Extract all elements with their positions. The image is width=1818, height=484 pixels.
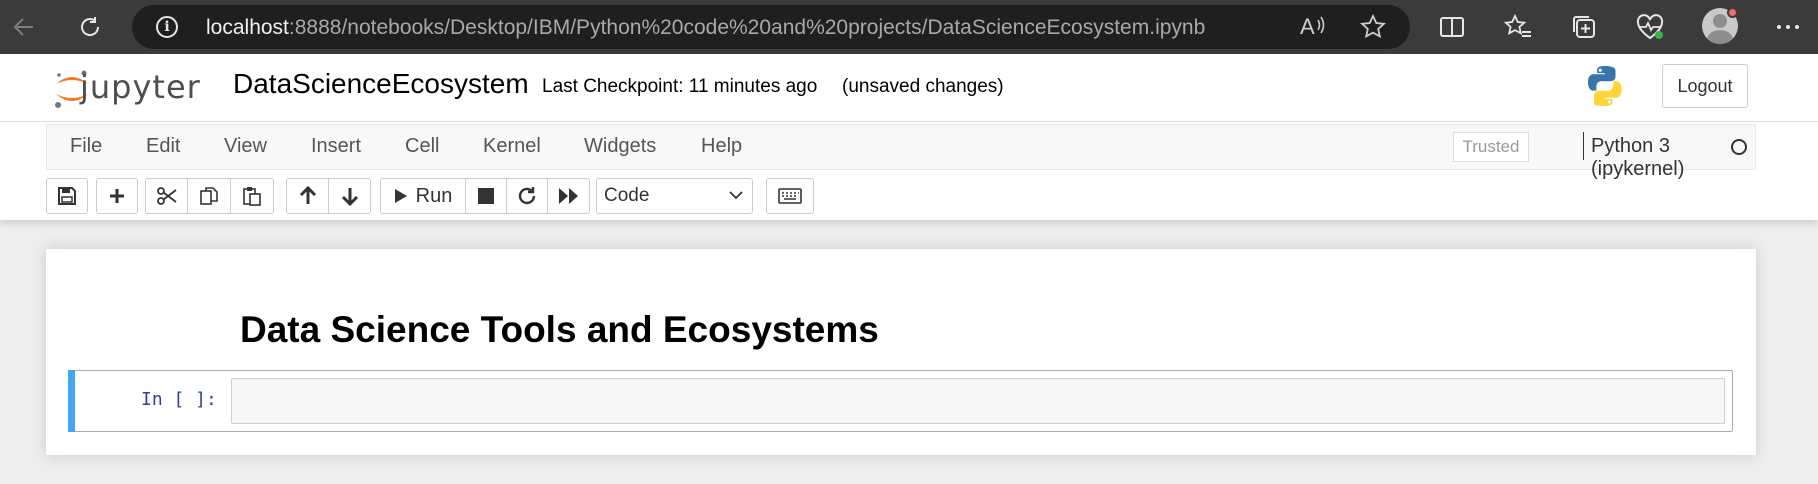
- refresh-icon[interactable]: [72, 9, 108, 45]
- menu-kernel[interactable]: Kernel: [483, 135, 541, 158]
- notebook-container: Data Science Tools and Ecosystems In [ ]…: [46, 249, 1756, 455]
- chevron-down-icon: [728, 187, 744, 208]
- python-logo-icon: [1583, 64, 1627, 108]
- insert-cell-button[interactable]: [96, 178, 138, 214]
- site-info-icon[interactable]: i: [156, 16, 178, 38]
- more-options-icon[interactable]: [1770, 9, 1806, 45]
- kernel-name[interactable]: Python 3 (ipykernel): [1591, 135, 1755, 181]
- save-button[interactable]: [46, 178, 88, 214]
- browser-toolbar: i localhost:8888/notebooks/Desktop/IBM/P…: [0, 0, 1818, 54]
- url-text[interactable]: localhost:8888/notebooks/Desktop/IBM/Pyt…: [206, 16, 1205, 40]
- restart-kernel-button[interactable]: [506, 178, 548, 214]
- favorites-icon[interactable]: [1500, 9, 1536, 45]
- favorite-star-icon[interactable]: [1359, 13, 1387, 46]
- menu-help[interactable]: Help: [701, 135, 742, 158]
- markdown-heading[interactable]: Data Science Tools and Ecosystems: [240, 309, 879, 351]
- code-cell[interactable]: In [ ]:: [68, 370, 1733, 432]
- address-bar[interactable]: i localhost:8888/notebooks/Desktop/IBM/P…: [132, 5, 1410, 49]
- menu-widgets[interactable]: Widgets: [584, 135, 656, 158]
- notebook-name[interactable]: DataScienceEcosystem: [233, 68, 529, 100]
- trusted-indicator[interactable]: Trusted: [1453, 132, 1529, 162]
- last-checkpoint: Last Checkpoint: 11 minutes ago: [542, 76, 818, 97]
- notification-dot: [1727, 7, 1738, 18]
- kernel-idle-icon: [1731, 139, 1747, 155]
- jupyter-logo-text: jupyter: [80, 68, 201, 106]
- svg-text:A: A: [1300, 14, 1315, 38]
- back-arrow-icon[interactable]: [6, 9, 42, 45]
- copy-button[interactable]: [187, 178, 231, 214]
- menu-cell[interactable]: Cell: [405, 135, 439, 158]
- input-prompt: In [ ]:: [141, 389, 217, 410]
- cell-type-select[interactable]: Code: [596, 178, 753, 214]
- move-up-button[interactable]: [286, 178, 329, 214]
- browser-essentials-icon[interactable]: [1632, 9, 1668, 45]
- jupyter-logo[interactable]: jupyter: [50, 66, 210, 110]
- kernel-divider: [1583, 132, 1584, 160]
- move-down-button[interactable]: [328, 178, 371, 214]
- notebook-header: jupyter DataScienceEcosystem Last Checkp…: [0, 54, 1818, 122]
- keyboard-shortcuts-button[interactable]: [766, 178, 814, 214]
- selected-cell-indicator: [68, 370, 75, 432]
- menu-view[interactable]: View: [224, 135, 267, 158]
- autosave-status: (unsaved changes): [842, 76, 1004, 97]
- read-aloud-icon[interactable]: A: [1300, 14, 1326, 44]
- menubar: File Edit View Insert Cell Kernel Widget…: [46, 124, 1756, 180]
- paste-button[interactable]: [230, 178, 274, 214]
- menu-insert[interactable]: Insert: [311, 135, 361, 158]
- code-input[interactable]: [231, 378, 1725, 424]
- menubar-container: File Edit View Insert Cell Kernel Widget…: [0, 122, 1818, 220]
- split-screen-icon[interactable]: [1434, 9, 1470, 45]
- cut-button[interactable]: [145, 178, 188, 214]
- run-label: Run: [415, 184, 453, 207]
- run-button[interactable]: Run: [380, 178, 466, 214]
- collections-icon[interactable]: [1566, 9, 1602, 45]
- cell-type-value: Code: [604, 185, 650, 206]
- logout-button[interactable]: Logout: [1662, 64, 1748, 108]
- interrupt-kernel-button[interactable]: [465, 178, 507, 214]
- restart-run-all-button[interactable]: [547, 178, 590, 214]
- menu-edit[interactable]: Edit: [146, 135, 180, 158]
- menu-file[interactable]: File: [70, 135, 102, 158]
